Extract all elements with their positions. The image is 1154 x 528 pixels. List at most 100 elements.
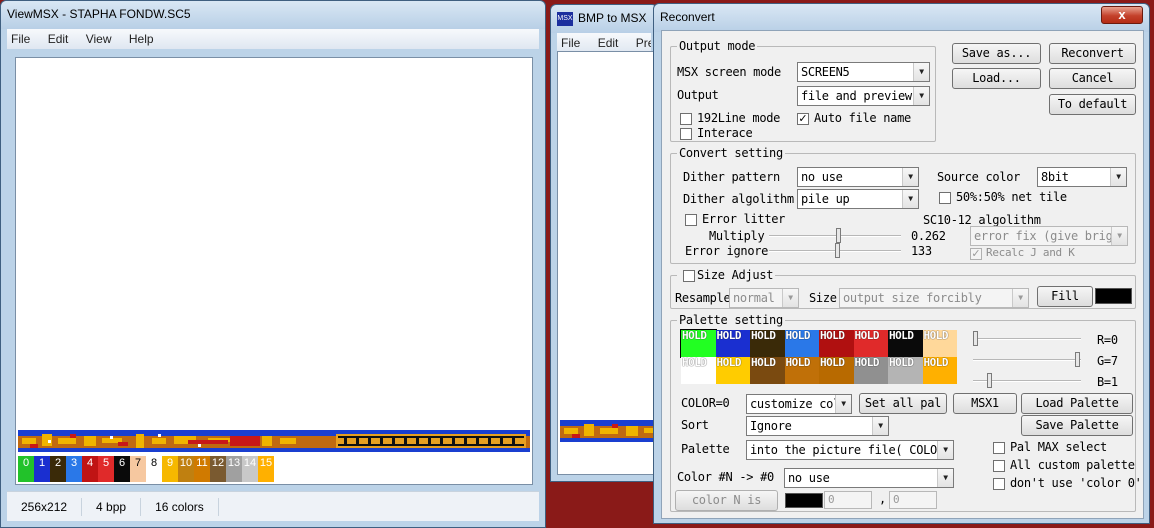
- palette-hold-cell-1[interactable]: HOLD: [715, 330, 750, 357]
- palette-setting-group: Palette setting HOLD HOLD HOLD HOLD HOLD HOLD…: [670, 313, 1142, 512]
- menu-edit[interactable]: Edit: [48, 32, 69, 46]
- chevron-down-icon: ▼: [913, 63, 929, 81]
- hold-label: HOLD: [854, 356, 880, 369]
- palette-hold-cell-6[interactable]: HOLD: [888, 330, 923, 357]
- chevron-down-icon: ▼: [835, 395, 851, 413]
- source-color-select[interactable]: 8bit ▼: [1037, 167, 1127, 187]
- menu-edit[interactable]: Edit: [598, 36, 619, 50]
- error-ignore-value: 133: [911, 244, 932, 258]
- palette-hold-cell-8[interactable]: HOLD: [681, 357, 716, 384]
- save-palette-button[interactable]: Save Palette: [1021, 415, 1133, 436]
- palette-row: 0 1 2 3 4 5 6 7 8 9 10 11 12 13 14 15: [18, 456, 274, 482]
- load-palette-button[interactable]: Load Palette: [1021, 393, 1133, 414]
- output-mode-group: Output mode MSX screen mode SCREEN5 ▼ Out…: [670, 39, 936, 142]
- sort-select[interactable]: Ignore ▼: [746, 416, 889, 436]
- dither-algorithm-select[interactable]: pile up ▼: [797, 189, 919, 209]
- slider-thumb[interactable]: [1075, 352, 1080, 367]
- error-litter-label: Error litter: [702, 212, 786, 226]
- bmp-preview-canvas[interactable]: [557, 51, 657, 475]
- fill-color-swatch[interactable]: [1095, 288, 1132, 304]
- menu-file[interactable]: File: [11, 32, 30, 46]
- dither-pattern-select[interactable]: no use ▼: [797, 167, 919, 187]
- image-pattern-strip: [18, 430, 530, 452]
- palette-select[interactable]: into the picture file( COLOR=RE ▼: [746, 440, 954, 460]
- image-canvas[interactable]: 0 1 2 3 4 5 6 7 8 9 10 11 12 13 14 15: [15, 57, 533, 485]
- error-litter-checkbox[interactable]: [685, 214, 697, 226]
- color-n-label: Color #N -> #0: [677, 470, 774, 484]
- palette-hold-cell-2[interactable]: HOLD: [750, 330, 785, 357]
- load-button[interactable]: Load...: [952, 68, 1041, 89]
- red-value-label: R=0: [1097, 333, 1118, 347]
- color-n-select[interactable]: no use ▼: [784, 468, 954, 488]
- slider-thumb[interactable]: [987, 373, 992, 388]
- interace-checkbox[interactable]: [680, 128, 692, 140]
- comma-label: ,: [879, 492, 886, 506]
- chevron-down-icon: ▼: [872, 417, 888, 435]
- size-adjust-checkbox[interactable]: [683, 270, 695, 282]
- status-size: 256x212: [7, 497, 83, 516]
- palette-hold-cell-14[interactable]: HOLD: [888, 357, 923, 384]
- resample-select[interactable]: normal ▼: [729, 288, 799, 308]
- hold-label: HOLD: [889, 356, 914, 369]
- screen-mode-select[interactable]: SCREEN5 ▼: [797, 62, 930, 82]
- dont-use-color0-checkbox[interactable]: [993, 478, 1005, 490]
- palette-hold-cell-3[interactable]: HOLD: [784, 330, 819, 357]
- fill-button[interactable]: Fill: [1037, 286, 1093, 307]
- all-custom-checkbox[interactable]: [993, 460, 1005, 472]
- palette-cell-7: 7: [130, 456, 146, 482]
- blue-slider[interactable]: [973, 373, 1081, 389]
- close-button[interactable]: x: [1101, 6, 1143, 24]
- size-select[interactable]: output size forcibly ▼: [839, 288, 1029, 308]
- red-slider[interactable]: [973, 331, 1081, 347]
- chevron-down-icon: ▼: [782, 289, 798, 307]
- line192-checkbox[interactable]: [680, 113, 692, 125]
- palette-hold-cell-5[interactable]: HOLD: [853, 330, 888, 357]
- color-n-value1[interactable]: 0: [824, 491, 872, 509]
- customize-color-select[interactable]: customize color ▼: [746, 394, 852, 414]
- viewmsx-title: ViewMSX - STAPHA FONDW.SC5: [1, 1, 545, 29]
- palette-hold-cell-11[interactable]: HOLD: [784, 357, 819, 384]
- palette-hold-cell-4[interactable]: HOLD: [819, 330, 854, 357]
- cancel-button[interactable]: Cancel: [1049, 68, 1136, 89]
- bmp-to-msx-title: MSX BMP to MSX: [551, 5, 657, 33]
- recalc-checkbox[interactable]: ✓: [970, 248, 982, 260]
- color-n-value2[interactable]: 0: [889, 491, 937, 509]
- size-adjust-group: Size Adjust Resample normal ▼ Size output…: [670, 268, 1136, 309]
- chevron-down-icon: ▼: [913, 87, 929, 105]
- palette-setting-title: Palette setting: [677, 313, 785, 327]
- palette-hold-cell-7[interactable]: HOLD: [922, 330, 957, 357]
- resample-label: Resample: [675, 291, 731, 305]
- menu-help[interactable]: Help: [129, 32, 154, 46]
- palette-hold-cell-13[interactable]: HOLD: [853, 356, 888, 384]
- menu-view[interactable]: View: [86, 32, 112, 46]
- palette-hold-cell-9[interactable]: HOLD: [715, 357, 750, 384]
- slider-thumb[interactable]: [835, 243, 840, 258]
- error-fix-select[interactable]: error fix (give brightn ▼: [970, 226, 1128, 246]
- net-tile-checkbox[interactable]: [939, 192, 951, 204]
- reconvert-button[interactable]: Reconvert: [1049, 43, 1136, 64]
- palette-hold-cell-15[interactable]: HOLD: [922, 357, 957, 384]
- menu-file[interactable]: File: [561, 36, 580, 50]
- menu-preview[interactable]: Prev: [636, 36, 651, 50]
- error-ignore-slider[interactable]: [769, 243, 901, 259]
- green-slider[interactable]: [973, 352, 1081, 368]
- palette-hold-cell-12[interactable]: HOLD: [819, 357, 854, 384]
- chevron-down-icon: ▼: [937, 441, 953, 459]
- msx1-button[interactable]: MSX1: [953, 393, 1017, 414]
- save-as-button[interactable]: Save as...: [952, 43, 1041, 64]
- slider-thumb[interactable]: [836, 228, 841, 243]
- palette-hold-grid: HOLD HOLD HOLD HOLD HOLD HOLD HOLD HOLD HOLD HOLD…: [680, 329, 957, 384]
- set-all-pal-button[interactable]: Set all pal: [859, 393, 947, 414]
- slider-thumb[interactable]: [973, 331, 978, 346]
- palette-hold-cell-0[interactable]: HOLD: [680, 329, 717, 358]
- output-select[interactable]: file and preview ▼: [797, 86, 930, 106]
- palette-hold-cell-10[interactable]: HOLD: [750, 357, 785, 384]
- palette-cell-8: 8: [146, 456, 162, 482]
- multiply-slider[interactable]: [769, 228, 901, 244]
- auto-file-name-checkbox[interactable]: ✓: [797, 113, 809, 125]
- color-n-is-button[interactable]: color N is: [675, 490, 778, 511]
- to-default-button[interactable]: To default: [1049, 94, 1136, 115]
- pal-max-checkbox[interactable]: [993, 442, 1005, 454]
- sc-algorithm-label: SC10-12 algolithm: [923, 213, 1041, 227]
- close-icon: x: [1118, 7, 1126, 22]
